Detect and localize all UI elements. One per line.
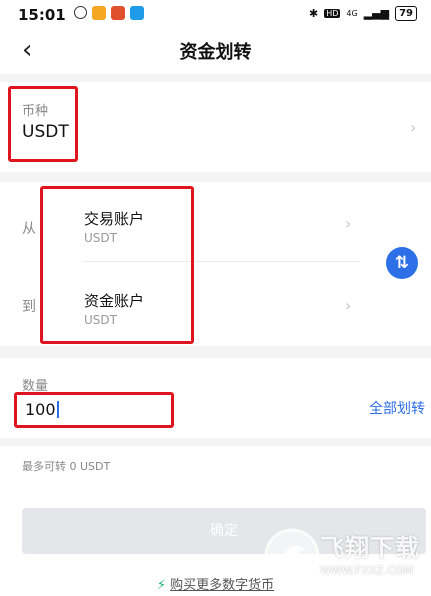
currency-value: USDT: [22, 122, 69, 142]
from-label: 从: [22, 221, 36, 237]
to-account-currency: USDT: [84, 313, 117, 327]
app-notification-icon: [92, 6, 106, 20]
from-account-currency: USDT: [84, 231, 117, 245]
bluetooth-icon: ✱: [308, 7, 319, 20]
section-gap: [0, 74, 431, 82]
watermark: 飞翔下载 WWW.FXXZ.COM: [262, 520, 427, 592]
watermark-url: WWW.FXXZ.COM: [320, 564, 414, 577]
page-title: 资金划转: [179, 42, 252, 63]
to-label: 到: [22, 299, 36, 315]
status-time: 15:01: [18, 6, 66, 24]
app-notification-icon: [111, 6, 125, 20]
chevron-right-icon: ›: [410, 118, 417, 137]
from-account[interactable]: 交易账户 USDT: [84, 208, 144, 245]
amount-value: 100: [25, 400, 59, 419]
to-account[interactable]: 资金账户 USDT: [84, 290, 144, 327]
status-bar: 15:01 ✱ HD 4G ▂▄▆ 79: [0, 0, 431, 28]
battery-icon: 79: [395, 6, 417, 21]
network-label: 4G: [346, 9, 358, 18]
lightning-icon: ⚡: [156, 578, 167, 593]
swap-direction-button[interactable]: ⇅: [386, 247, 418, 279]
currency-selector[interactable]: 币种 USDT ›: [0, 82, 431, 172]
watermark-brand: 飞翔下载: [320, 534, 420, 562]
amount-value-text: 100: [25, 400, 56, 419]
system-status: ✱ HD 4G ▂▄▆ 79: [309, 6, 417, 21]
section-gap: [0, 438, 431, 446]
to-account-name: 资金账户: [84, 292, 145, 310]
section-gap: [0, 172, 431, 182]
max-transfer-info: 最多可转 0 USDT: [22, 460, 111, 473]
transfer-card: 从 › 到 › 交易账户 USDT 资金账户 USDT: [0, 182, 431, 346]
app-notification-icon: [130, 6, 144, 20]
signal-icon: ▂▄▆: [363, 7, 390, 20]
text-caret: [56, 401, 59, 418]
alarm-icon: [74, 6, 87, 19]
chevron-right-icon: ›: [345, 214, 352, 233]
transfer-all-button[interactable]: 全部划转: [369, 398, 425, 418]
amount-input[interactable]: 100: [14, 392, 174, 428]
from-account-name: 交易账户: [84, 210, 145, 228]
currency-label: 币种: [22, 104, 49, 119]
section-gap: [0, 346, 431, 358]
hd-icon: HD: [324, 9, 341, 18]
header: ‹ 资金划转: [0, 28, 431, 74]
notification-icons: [74, 6, 144, 20]
chevron-right-icon: ›: [345, 296, 352, 315]
buy-more-label: 购买更多数字货币: [170, 578, 275, 593]
